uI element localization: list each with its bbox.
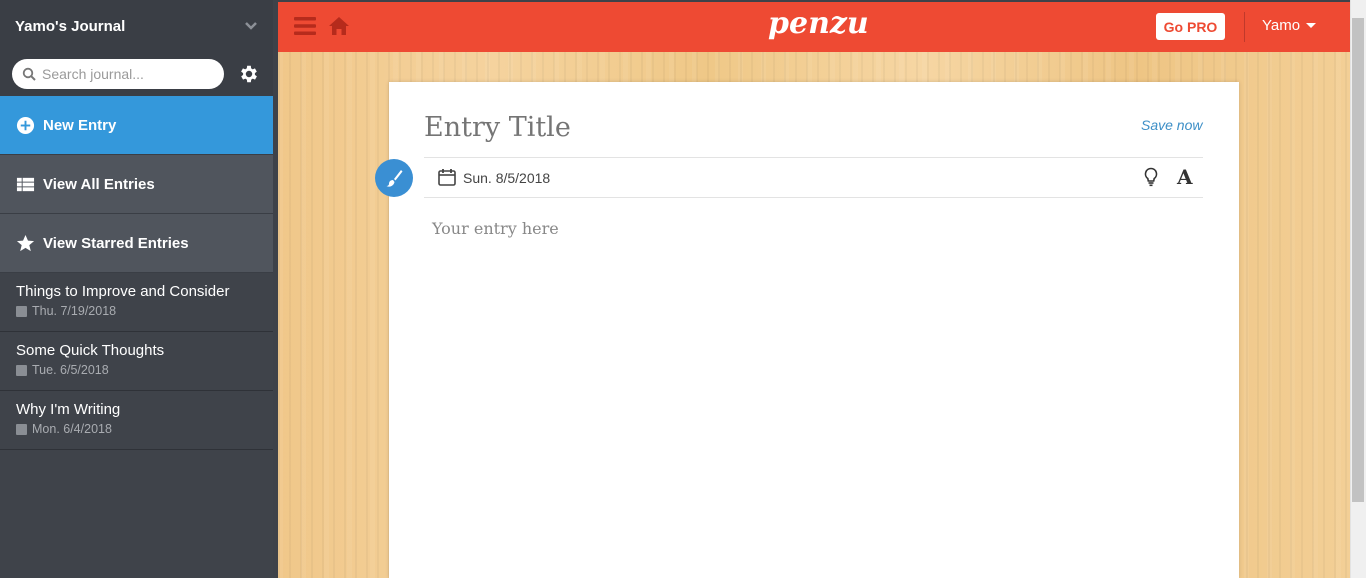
gear-icon[interactable]	[238, 63, 260, 85]
search-input[interactable]	[42, 66, 212, 82]
paint-brush-icon	[386, 170, 403, 187]
entry-date: Thu. 7/19/2018	[16, 304, 257, 318]
font-format-icon[interactable]: A	[1177, 165, 1193, 189]
calendar-icon[interactable]	[438, 168, 456, 186]
star-icon	[16, 234, 35, 251]
list-item[interactable]: Things to Improve and Consider Thu. 7/19…	[0, 273, 273, 332]
entry-date-text: Tue. 6/5/2018	[32, 363, 109, 377]
scrollbar-thumb[interactable]	[1352, 18, 1364, 502]
entry-title: Things to Improve and Consider	[16, 283, 230, 300]
hamburger-menu-icon[interactable]	[294, 16, 316, 36]
entry-date[interactable]: Sun. 8/5/2018	[463, 170, 550, 186]
sidebar: Yamo's Journal New Entry View All Entrie…	[0, 0, 273, 578]
top-bar: penzu Go PRO Yamo	[278, 2, 1350, 52]
journal-header[interactable]: Yamo's Journal	[0, 0, 273, 52]
divider	[1244, 12, 1245, 42]
plus-circle-icon	[16, 116, 35, 134]
entry-square-icon	[16, 423, 27, 435]
save-now-link[interactable]: Save now	[1141, 117, 1202, 133]
paint-brush-button[interactable]	[375, 159, 413, 197]
search-box[interactable]	[12, 59, 224, 89]
chevron-down-icon[interactable]	[244, 19, 258, 33]
search-row	[0, 52, 273, 96]
list-item[interactable]: Why I'm Writing Mon. 6/4/2018	[0, 391, 273, 450]
entry-date-text: Thu. 7/19/2018	[32, 304, 117, 318]
view-all-entries-button[interactable]: View All Entries	[0, 155, 273, 214]
list-item[interactable]: Some Quick Thoughts Tue. 6/5/2018	[0, 332, 273, 391]
user-menu[interactable]: Yamo	[1262, 17, 1317, 34]
search-icon	[22, 67, 36, 81]
caret-down-icon	[1306, 23, 1317, 28]
entry-title: Some Quick Thoughts	[16, 342, 165, 359]
view-starred-entries-label: View Starred Entries	[43, 234, 189, 252]
entry-date-text: Mon. 6/4/2018	[32, 422, 112, 436]
home-icon[interactable]	[328, 15, 350, 37]
entry-title-input[interactable]	[424, 112, 1024, 143]
go-pro-button[interactable]: Go PRO	[1156, 13, 1225, 40]
new-entry-button[interactable]: New Entry	[0, 96, 273, 155]
penzu-logo[interactable]: penzu	[768, 6, 869, 41]
journal-title: Yamo's Journal	[15, 17, 126, 35]
view-all-entries-label: View All Entries	[43, 175, 155, 193]
entry-body-input[interactable]: Your entry here	[432, 219, 559, 238]
entry-square-icon	[16, 364, 27, 376]
grid-list-icon	[16, 177, 35, 191]
entry-square-icon	[16, 305, 27, 317]
view-starred-entries-button[interactable]: View Starred Entries	[0, 214, 273, 273]
lightbulb-icon[interactable]	[1143, 167, 1159, 187]
entry-title: Why I'm Writing	[16, 401, 121, 418]
user-name: Yamo	[1262, 17, 1301, 34]
entry-editor: Save now Sun. 8/5/2018 A Your entry here	[389, 82, 1239, 578]
entry-meta-row: Sun. 8/5/2018 A	[424, 157, 1203, 198]
entry-date: Tue. 6/5/2018	[16, 363, 257, 377]
entry-date: Mon. 6/4/2018	[16, 422, 257, 436]
new-entry-label: New Entry	[43, 116, 117, 134]
